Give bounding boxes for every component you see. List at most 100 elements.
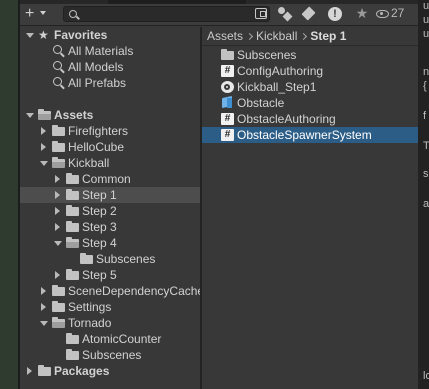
expand-arrow-open-icon[interactable]	[53, 235, 63, 251]
tree-item-label: Step 5	[82, 268, 117, 282]
expand-arrow-closed-icon[interactable]	[53, 187, 63, 203]
type-shape-circle-icon	[278, 7, 285, 14]
tree-item-label: Subscenes	[82, 348, 142, 362]
type-shape-diamond-icon	[282, 11, 293, 22]
folder-open-icon	[52, 317, 66, 329]
folder-icon	[80, 253, 94, 265]
tree-item-subscenes[interactable]: Subscenes	[20, 347, 200, 363]
breadcrumb: Assets Kickball Step 1	[202, 27, 418, 45]
asset-item-label: ObstacleAuthoring	[237, 112, 336, 126]
folder-icon	[38, 365, 52, 377]
tree-item-label: AtomicCounter	[82, 332, 162, 346]
tree-item-step-4[interactable]: Step 4	[20, 235, 200, 251]
tree-item-tornado[interactable]: Tornado	[20, 315, 200, 331]
plus-icon: +	[25, 5, 35, 22]
asset-item[interactable]: Obstacle	[202, 95, 418, 111]
tree-item-step-3[interactable]: Step 3	[20, 219, 200, 235]
folder-tree[interactable]: ★ Favorites All Materials All Models All Pre…	[20, 27, 200, 389]
expand-arrow-open-icon[interactable]	[39, 155, 49, 171]
tree-item-hellocube[interactable]: HelloCube	[20, 139, 200, 155]
expand-arrow-closed-icon[interactable]	[39, 139, 49, 155]
expand-arrow-closed-icon[interactable]	[53, 267, 63, 283]
tree-item-label: Assets	[54, 108, 94, 122]
expand-arrow-closed-icon[interactable]	[53, 219, 63, 235]
tree-item-favorites[interactable]: ★ Favorites	[20, 27, 200, 43]
folder-icon	[66, 173, 80, 185]
breadcrumb-current: Step 1	[310, 29, 347, 43]
inspector-text-fragment: s	[423, 168, 429, 180]
add-asset-button[interactable]: +	[25, 5, 51, 23]
tree-item-label: Common	[82, 172, 131, 186]
tree-item-subscenes[interactable]: Subscenes	[20, 251, 200, 267]
tree-item-label: Kickball	[68, 156, 110, 170]
expand-arrow-closed-icon[interactable]	[53, 203, 63, 219]
tree-item-label: SceneDependencyCache	[68, 284, 200, 298]
breadcrumb-divider	[202, 45, 418, 46]
expand-arrow-closed-icon[interactable]	[25, 363, 35, 379]
tree-item-all-materials[interactable]: All Materials	[20, 43, 200, 59]
tree-item-kickball[interactable]: Kickball	[20, 155, 200, 171]
search-icon	[52, 77, 66, 89]
search-by-scene-button[interactable]	[252, 5, 270, 22]
search-input[interactable]	[63, 6, 270, 22]
breadcrumb-item[interactable]: Assets	[207, 29, 243, 43]
folder-contents[interactable]: Assets Kickball Step 1 Subscenes # ConfigAut…	[202, 27, 418, 389]
search-icon	[52, 61, 66, 73]
scene-view-edge	[0, 0, 20, 389]
script-icon: #	[221, 113, 234, 125]
folder-icon	[66, 205, 80, 217]
search-by-importlog-button[interactable]: !	[326, 5, 344, 22]
project-toolbar: + ! ★ 27	[20, 0, 418, 26]
tab-strip-dark	[108, 0, 246, 4]
search-icon	[69, 10, 77, 18]
asset-item[interactable]: # ConfigAuthoring	[202, 63, 418, 79]
tree-item-common[interactable]: Common	[20, 171, 200, 187]
expand-arrow-closed-icon[interactable]	[53, 171, 63, 187]
tree-item-step-5[interactable]: Step 5	[20, 267, 200, 283]
tree-item-label: All Models	[68, 60, 124, 74]
tree-item-settings[interactable]: Settings	[20, 299, 200, 315]
folder-icon	[52, 125, 66, 137]
label-tag-icon	[301, 6, 316, 21]
tree-item-step-1[interactable]: Step 1	[20, 187, 200, 203]
expand-arrow-closed-icon[interactable]	[39, 299, 49, 315]
asset-item[interactable]: Subscenes	[202, 47, 418, 63]
asset-item-label: Obstacle	[237, 96, 285, 110]
expand-arrow-open-icon[interactable]	[39, 315, 49, 331]
tree-item-firefighters[interactable]: Firefighters	[20, 123, 200, 139]
tree-item-step-2[interactable]: Step 2	[20, 203, 200, 219]
folder-icon	[221, 49, 234, 61]
script-icon: #	[221, 65, 234, 77]
expand-arrow-closed-icon[interactable]	[39, 283, 49, 299]
expand-arrow-open-icon[interactable]	[25, 27, 35, 43]
asset-item[interactable]: # ObstacleAuthoring	[202, 111, 418, 127]
tree-item-all-models[interactable]: All Models	[20, 59, 200, 75]
tree-item-all-prefabs[interactable]: All Prefabs	[20, 75, 200, 91]
inspector-text-fragment: f	[423, 110, 427, 122]
tree-item-scenedependencycache[interactable]: SceneDependencyCache	[20, 283, 200, 299]
tree-item-label: Step 4	[82, 236, 117, 250]
asset-item[interactable]: Kickball_Step1	[202, 79, 418, 95]
prefab-icon	[221, 97, 234, 109]
breadcrumb-item[interactable]: Kickball	[256, 29, 297, 43]
expand-arrow-closed-icon[interactable]	[39, 123, 49, 139]
asset-item-label: Subscenes	[237, 48, 297, 62]
hidden-packages-toggle[interactable]: 27	[376, 5, 414, 22]
inspector-text-fragment: u	[423, 0, 429, 12]
chevron-right-icon	[300, 32, 308, 41]
folder-open-icon	[52, 157, 66, 169]
search-by-type-button[interactable]	[275, 5, 293, 22]
search-by-label-button[interactable]	[300, 5, 318, 22]
tree-item-atomiccounter[interactable]: AtomicCounter	[20, 331, 200, 347]
expand-arrow-open-icon[interactable]	[25, 107, 35, 123]
asset-item-label: Kickball_Step1	[237, 80, 317, 94]
asset-item[interactable]: # ObstacleSpawnerSystem	[202, 127, 418, 143]
tree-item-label: Step 3	[82, 220, 117, 234]
tree-item-packages[interactable]: Packages	[20, 363, 200, 379]
asset-item-label: ConfigAuthoring	[237, 64, 324, 78]
favorites-star-button[interactable]: ★	[353, 5, 371, 22]
inspector-text-fragment: n	[423, 66, 429, 78]
hidden-packages-count: 27	[391, 6, 405, 20]
tree-item-label: Tornado	[68, 316, 112, 330]
tree-item-assets[interactable]: Assets	[20, 107, 200, 123]
